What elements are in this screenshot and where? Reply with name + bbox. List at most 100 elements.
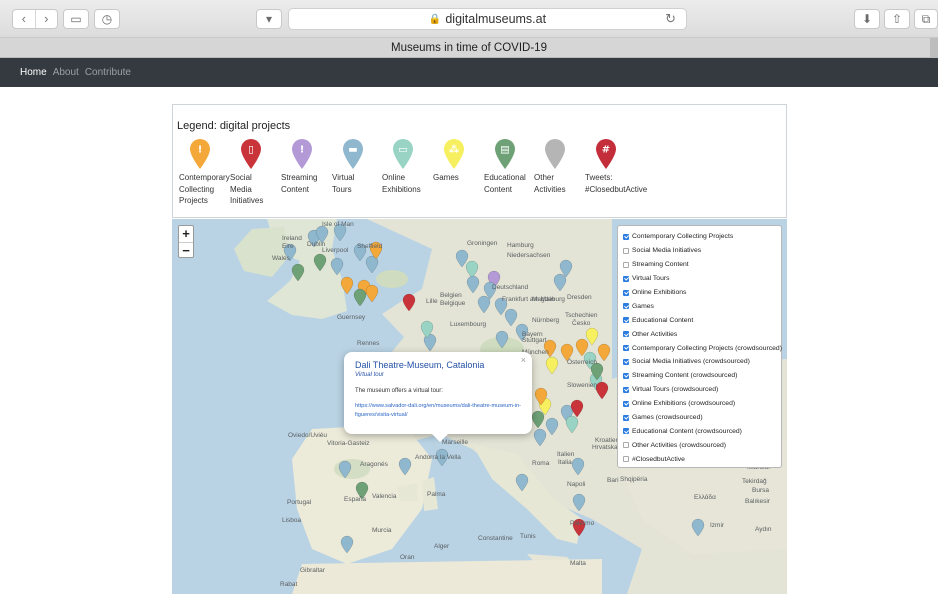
map-marker[interactable] xyxy=(365,284,379,303)
nav-contribute[interactable]: Contribute xyxy=(85,67,131,78)
address-bar[interactable]: 🔒 digitalmuseums.at ↻ xyxy=(288,8,687,30)
checkbox-checked-icon[interactable] xyxy=(623,317,629,324)
map-place-label: Lisboa xyxy=(282,517,302,524)
layer-toggle[interactable]: Games xyxy=(623,299,776,313)
layer-label: #ClosedbutActive xyxy=(632,455,685,463)
layer-toggle[interactable]: Streaming Content (crowdsourced) xyxy=(623,369,776,383)
layer-toggle[interactable]: Other Activities (crowdsourced) xyxy=(623,438,776,452)
map-place-label: Liverpool xyxy=(322,247,349,254)
layer-label: Other Activities (crowdsourced) xyxy=(632,441,727,449)
checkbox-checked-icon[interactable] xyxy=(623,289,629,296)
map-place-label: Niedersachsen xyxy=(507,252,551,259)
browser-nav-buttons: ‹ › xyxy=(12,9,58,29)
zoom-out-button[interactable]: − xyxy=(179,242,193,258)
map-place-label: Lille xyxy=(426,298,438,305)
map-place-label: Česko xyxy=(572,320,591,327)
map-place-label: Balıkesir xyxy=(745,498,770,505)
map-place-label: Ελλάδα xyxy=(694,494,716,501)
layer-toggle[interactable]: Social Media Initiatives xyxy=(623,244,776,258)
map-place-label: Eire xyxy=(282,243,294,250)
exclamation-icon: ! xyxy=(190,139,210,169)
map-place-label: Sheffield xyxy=(357,243,383,250)
map[interactable]: + − Isle of Man Ireland Eire Dublin Liverpoo… xyxy=(172,219,787,594)
svg-text:▬: ▬ xyxy=(348,145,357,156)
legend-item: Other Activities xyxy=(534,138,590,195)
layer-label: Virtual Tours xyxy=(632,275,670,283)
legend-item: ! Streaming Content xyxy=(281,138,337,195)
map-place-label: Frankfurt am Main xyxy=(502,296,555,303)
checkbox-checked-icon[interactable] xyxy=(623,358,629,365)
zoom-in-button[interactable]: + xyxy=(179,226,193,242)
map-popup: × Dali Theatre-Museum, Catalonia Virtual… xyxy=(344,352,532,442)
checkbox-checked-icon[interactable] xyxy=(623,303,629,310)
map-place-label: Valencia xyxy=(372,493,397,500)
site-navbar: Home About Contribute xyxy=(0,58,938,87)
checkbox-checked-icon[interactable] xyxy=(623,400,629,407)
legend-item-label: Streaming Content xyxy=(281,173,318,194)
layer-toggle[interactable]: Other Activities xyxy=(623,327,776,341)
back-icon[interactable]: ‹ xyxy=(13,10,35,28)
map-place-label: España xyxy=(344,496,367,503)
map-place-label: Malta xyxy=(570,560,586,567)
close-icon[interactable]: × xyxy=(521,355,526,365)
nav-home[interactable]: Home xyxy=(20,67,47,78)
sidebar-icon[interactable]: ▭ xyxy=(63,9,89,29)
forward-icon[interactable]: › xyxy=(34,10,58,28)
layer-toggle[interactable]: Social Media Initiatives (crowdsourced) xyxy=(623,355,776,369)
map-place-label: Hrvatska xyxy=(592,444,618,451)
legend-item: ▯ Social Media Initiatives xyxy=(230,138,286,207)
map-place-label: Groningen xyxy=(467,240,498,247)
checkbox-checked-icon[interactable] xyxy=(623,345,629,352)
map-place-label: Belgien xyxy=(440,292,462,299)
legend-title: Legend: digital projects xyxy=(177,120,291,132)
checkbox-checked-icon[interactable] xyxy=(623,414,629,421)
history-icon[interactable]: ◷ xyxy=(94,9,120,29)
map-place-label: Alger xyxy=(434,543,450,550)
checkbox-unchecked-icon[interactable] xyxy=(623,442,629,449)
map-place-label: Isle of Man xyxy=(322,221,354,228)
map-place-label: Napoli xyxy=(567,481,586,488)
checkbox-checked-icon[interactable] xyxy=(623,275,629,282)
svg-text:!: ! xyxy=(300,145,305,156)
checkbox-checked-icon[interactable] xyxy=(623,233,629,240)
checkbox-checked-icon[interactable] xyxy=(623,331,629,338)
tabs-overview-icon[interactable]: ⧉ xyxy=(914,9,938,29)
layer-toggle[interactable]: #ClosedbutActive xyxy=(623,452,776,466)
layer-toggle[interactable]: Games (crowdsourced) xyxy=(623,411,776,425)
popup-title: Dali Theatre-Museum, Catalonia xyxy=(355,360,485,370)
layer-toggle[interactable]: Online Exhibitions (crowdsourced) xyxy=(623,397,776,411)
layer-toggle[interactable]: Streaming Content xyxy=(623,258,776,272)
legend-item-label: Social Media Initiatives xyxy=(230,173,264,206)
tab-active[interactable]: Museums in time of COVID-19 xyxy=(0,38,938,58)
map-place-label: Luxembourg xyxy=(450,321,487,328)
popup-link[interactable]: https://www.salvador-dali.org/en/museums… xyxy=(355,402,521,419)
checkbox-unchecked-icon[interactable] xyxy=(623,247,629,254)
checkbox-unchecked-icon[interactable] xyxy=(623,261,629,268)
legend-item: # Tweets: #ClosedbutActive xyxy=(585,138,647,195)
layer-toggle[interactable]: Virtual Tours xyxy=(623,272,776,286)
layer-toggle[interactable]: Educational Content xyxy=(623,313,776,327)
checkbox-unchecked-icon[interactable] xyxy=(623,456,629,463)
share-icon[interactable]: ⇧ xyxy=(884,9,910,29)
layer-toggle[interactable]: Educational Content (crowdsourced) xyxy=(623,424,776,438)
layer-toggle[interactable]: Contemporary Collecting Projects xyxy=(623,230,776,244)
checkbox-checked-icon[interactable] xyxy=(623,386,629,393)
nav-about[interactable]: About xyxy=(53,67,79,78)
map-place-label: Wales xyxy=(272,255,290,262)
shortcuts-icon[interactable]: ▾ xyxy=(256,9,282,29)
map-place-label: Nürnberg xyxy=(532,317,560,324)
layer-label: Contemporary Collecting Projects (crowds… xyxy=(632,344,782,352)
checkbox-checked-icon[interactable] xyxy=(623,372,629,379)
layer-toggle[interactable]: Contemporary Collecting Projects (crowds… xyxy=(623,341,782,355)
map-marker[interactable] xyxy=(353,288,367,307)
reload-icon[interactable]: ↻ xyxy=(665,11,676,27)
checkbox-checked-icon[interactable] xyxy=(623,428,629,435)
layer-toggle[interactable]: Virtual Tours (crowdsourced) xyxy=(623,383,776,397)
downloads-icon[interactable]: ⬇ xyxy=(854,9,880,29)
svg-text:!: ! xyxy=(198,145,203,156)
layer-label: Games (crowdsourced) xyxy=(632,414,703,422)
layer-toggle[interactable]: Online Exhibitions xyxy=(623,286,776,300)
map-place-label: Murcia xyxy=(372,527,392,534)
legend-item: ! Contemporary Collecting Projects xyxy=(179,138,235,207)
map-place-label: Andorra la Vella xyxy=(415,454,461,461)
